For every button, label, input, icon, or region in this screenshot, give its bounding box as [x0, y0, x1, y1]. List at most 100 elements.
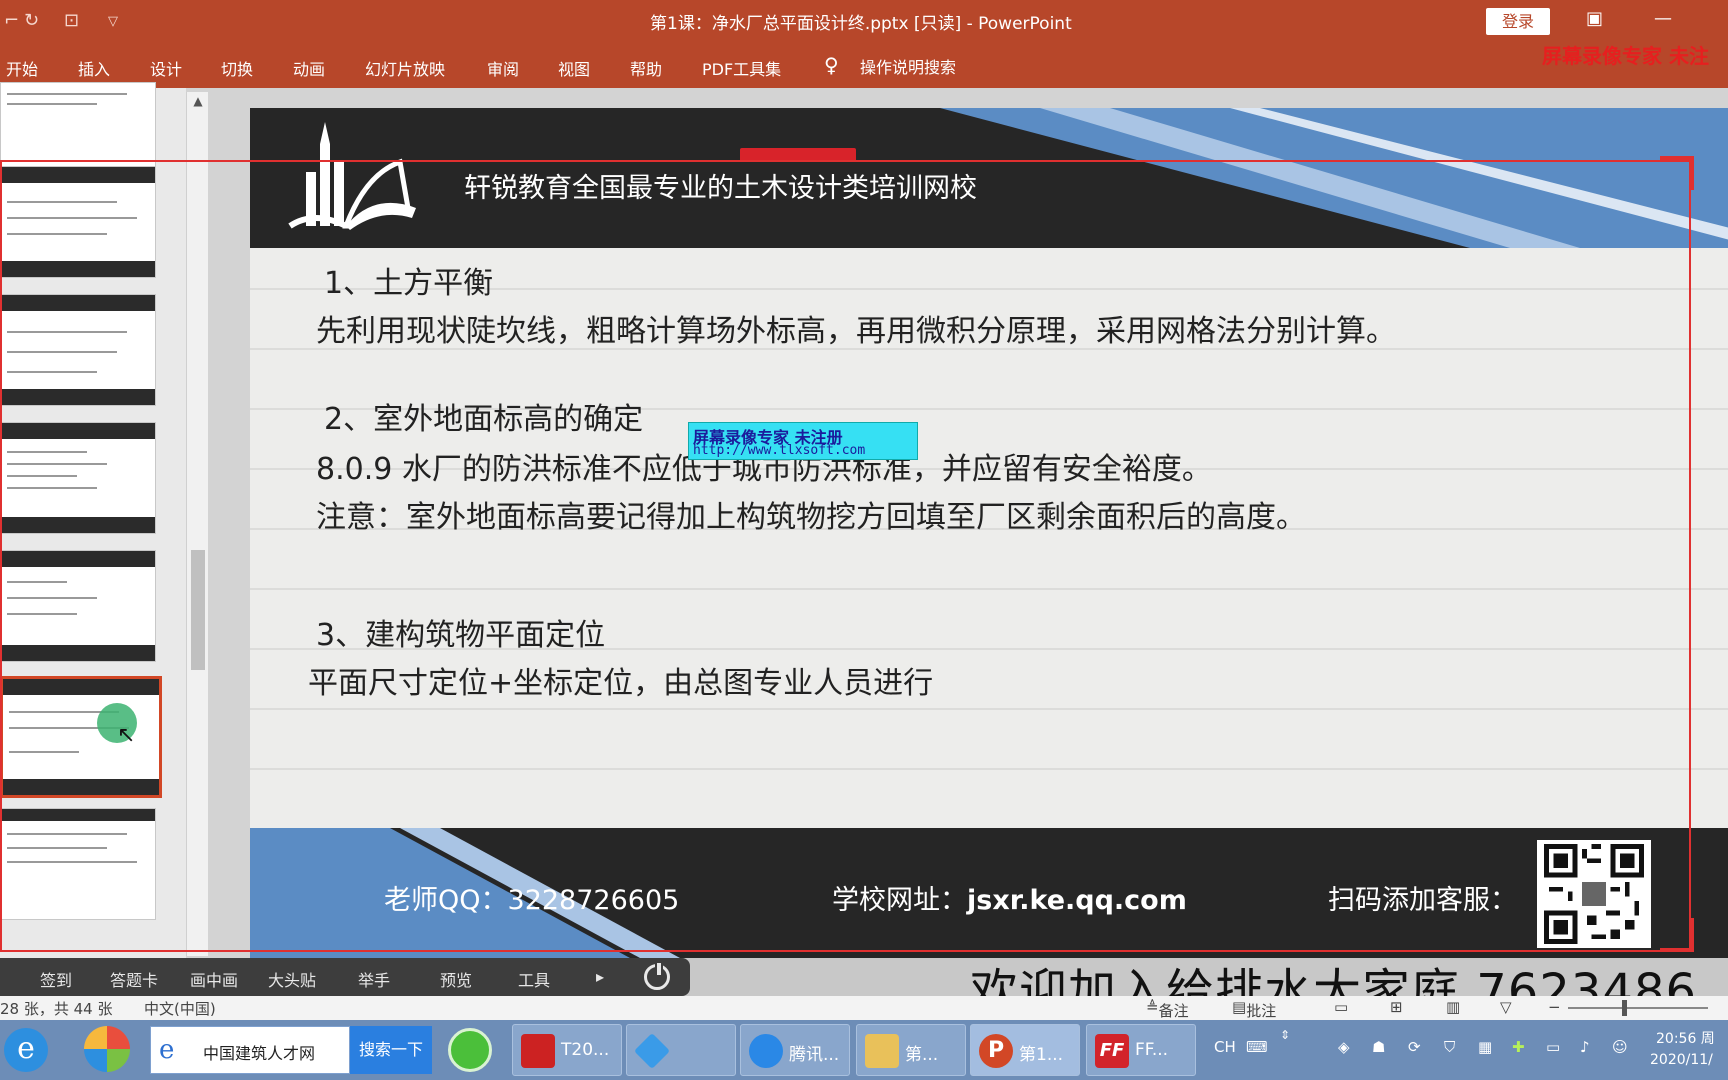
login-button[interactable]: 登录: [1486, 8, 1550, 35]
search-go-button[interactable]: 搜索一下: [350, 1026, 432, 1074]
zoom-out-icon[interactable]: −: [1548, 998, 1561, 1016]
recording-corner-top-right: [1660, 156, 1694, 190]
unregistered-watermark: 屏幕录像专家 未注册 http://www.tlxsoft.com: [688, 422, 918, 460]
slideshow-view-icon[interactable]: ▽: [1500, 998, 1512, 1016]
lightbulb-icon: ♀: [824, 53, 839, 77]
tab-view[interactable]: 视图: [558, 56, 590, 80]
mouse-cursor-icon: ↖: [117, 723, 136, 748]
clock-time[interactable]: 20:56 周: [1656, 1028, 1715, 1048]
present-from-start-icon[interactable]: ⊡: [64, 10, 79, 31]
slide-header-title: 轩锐教育全国最专业的土木设计类培训网校: [464, 173, 977, 204]
teacher-qq: 老师QQ：3228726605: [384, 885, 680, 916]
task-powerpoint[interactable]: P 第1...: [970, 1024, 1080, 1076]
customize-toolbar-icon[interactable]: ▽: [108, 14, 118, 29]
comments-button[interactable]: ▤ 批注: [1232, 998, 1276, 1020]
browser-address-box[interactable]: e 中国建筑人才网: [150, 1026, 350, 1074]
redo-icon[interactable]: ↻: [24, 10, 39, 31]
section-2-line-2: 注意：室外地面标高要记得加上构筑物挖方回填至厂区剩余面积后的高度。: [316, 500, 1306, 535]
scan-qr-label: 扫码添加客服：: [1328, 885, 1517, 916]
tencent-class-icon: [749, 1034, 783, 1068]
scroll-thumb[interactable]: [191, 550, 205, 670]
toolbar-answer-card[interactable]: 答题卡: [110, 967, 158, 991]
power-icon[interactable]: [644, 961, 670, 990]
ime-settings-icon[interactable]: ⇕: [1280, 1028, 1290, 1042]
toolbar-more-icon[interactable]: ▸: [596, 967, 604, 986]
section-1-line-1: 先利用现状陡坎线，粗略计算场外标高，再用微积分原理，采用网格法分别计算。: [316, 314, 1396, 349]
tab-review[interactable]: 审阅: [487, 56, 519, 80]
recorder-watermark: 屏幕录像专家 未注: [1542, 44, 1709, 68]
tab-insert[interactable]: 插入: [78, 56, 110, 80]
tray-plus-icon[interactable]: ✚: [1512, 1038, 1525, 1056]
ribbon-tabs: 开始 插入 设计 切换 动画 幻灯片放映 审阅 视图 帮助 PDF工具集 ♀ 操…: [0, 42, 1728, 88]
thumbnail-scrollbar[interactable]: ▲: [186, 92, 208, 956]
tab-pdf-tools[interactable]: PDF工具集: [702, 56, 781, 80]
task-tencent[interactable]: 腾讯...: [740, 1024, 850, 1076]
ime-indicator[interactable]: CH: [1214, 1038, 1236, 1056]
ff-recorder-icon: FF: [1095, 1034, 1129, 1068]
slide-thumbnail[interactable]: [0, 422, 156, 534]
tray-shield-icon[interactable]: ◈: [1338, 1038, 1350, 1056]
green-app-icon[interactable]: [448, 1028, 492, 1072]
tab-animations[interactable]: 动画: [293, 56, 325, 80]
address-text: 中国建筑人才网: [203, 1044, 316, 1063]
minimize-icon[interactable]: —: [1654, 8, 1672, 29]
volume-icon[interactable]: ♪: [1580, 1038, 1590, 1056]
section-title-2: 2、室外地面标高的确定: [324, 402, 644, 437]
tab-design[interactable]: 设计: [150, 56, 182, 80]
tray-clipboard-icon[interactable]: ▦: [1478, 1038, 1492, 1056]
tray-security-icon[interactable]: ⛉: [1444, 1038, 1455, 1056]
t20-app-icon: [521, 1034, 555, 1068]
slide-thumbnail[interactable]: [0, 294, 156, 406]
sorter-view-icon[interactable]: ⊞: [1390, 998, 1403, 1016]
ribbon-display-icon[interactable]: ▣: [1586, 8, 1603, 29]
slide-thumbnail[interactable]: [0, 550, 156, 662]
tray-update-icon[interactable]: ⟳: [1408, 1038, 1421, 1056]
slide-thumbnail[interactable]: [0, 166, 156, 278]
toolbar-preview[interactable]: 预览: [440, 967, 472, 991]
ie-icon[interactable]: e: [4, 1028, 48, 1072]
recording-corner-bottom-right: [1660, 918, 1694, 952]
school-website: 学校网址：jsxr.ke.qq.com: [832, 885, 1187, 916]
start-button-icon[interactable]: [84, 1026, 130, 1072]
slide-canvas[interactable]: 轩锐教育全国最专业的土木设计类培训网校 1、土方平衡 先利用现状陡坎线，粗略计算…: [250, 108, 1728, 958]
language-indicator[interactable]: 中文(中国): [144, 998, 216, 1019]
toolbar-pip[interactable]: 画中画: [190, 967, 238, 991]
normal-view-icon[interactable]: ▭: [1334, 998, 1348, 1016]
tab-help[interactable]: 帮助: [630, 56, 662, 80]
tell-me-search[interactable]: 操作说明搜索: [860, 54, 956, 78]
folder-icon: [865, 1034, 899, 1068]
user-tray-icon[interactable]: ☺: [1612, 1038, 1628, 1056]
slide-thumbnail[interactable]: [0, 808, 156, 920]
title-bar: ⌐ ↻ ⊡ ▽ 第1课：净水厂总平面设计终.pptx [只读] - PowerP…: [0, 0, 1728, 42]
clock-date[interactable]: 2020/11/: [1650, 1052, 1713, 1068]
windows-taskbar: e e 中国建筑人才网 搜索一下 T20... 腾讯... 第... P 第1.…: [0, 1020, 1728, 1080]
network-icon[interactable]: ▭: [1546, 1038, 1560, 1056]
toolbar-checkin[interactable]: 签到: [40, 967, 72, 991]
zoom-slider[interactable]: [1568, 1007, 1708, 1009]
player-app-icon: [633, 1032, 671, 1070]
save-icon[interactable]: ⌐: [4, 10, 19, 31]
toolbar-raise-hand[interactable]: 举手: [358, 967, 390, 991]
task-folder[interactable]: 第...: [856, 1024, 966, 1076]
red-marker: [740, 148, 856, 162]
toolbar-sticker[interactable]: 大头贴: [268, 967, 316, 991]
section-title-1: 1、土方平衡: [324, 266, 494, 301]
toolbar-tools[interactable]: 工具: [518, 967, 550, 991]
qr-code: [1537, 840, 1651, 948]
zoom-slider-thumb[interactable]: [1622, 1000, 1627, 1016]
tab-transitions[interactable]: 切换: [221, 56, 253, 80]
section-3-line-1: 平面尺寸定位+坐标定位，由总图专业人员进行: [308, 666, 934, 701]
notes-button[interactable]: ≜ 备注: [1146, 998, 1189, 1020]
task-ff[interactable]: FF FF...: [1086, 1024, 1196, 1076]
reading-view-icon[interactable]: ▥: [1446, 998, 1460, 1016]
scroll-up-icon[interactable]: ▲: [190, 94, 206, 112]
browser-e-icon: e: [159, 1035, 175, 1065]
slide-thumbnail-panel: ↖: [0, 82, 186, 958]
tab-slideshow[interactable]: 幻灯片放映: [365, 56, 445, 80]
keyboard-icon[interactable]: ⌨: [1246, 1038, 1268, 1056]
task-player[interactable]: [626, 1024, 736, 1076]
tray-app-icon[interactable]: ☗: [1372, 1038, 1385, 1056]
tab-home[interactable]: 开始: [6, 56, 38, 80]
slide-thumbnail-current[interactable]: ↖: [0, 676, 162, 798]
task-t20[interactable]: T20...: [512, 1024, 622, 1076]
